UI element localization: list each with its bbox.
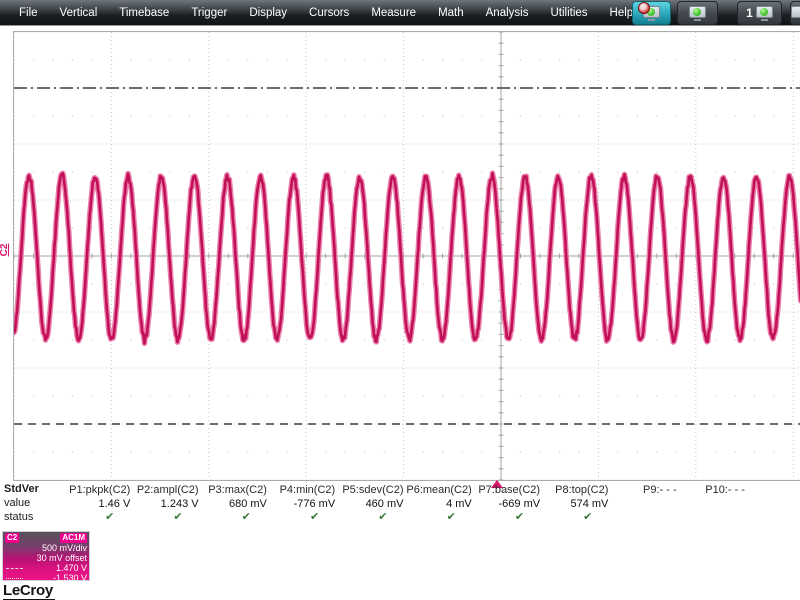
measure-status-check-icon: ✔ <box>105 511 115 523</box>
measure-table: P1:pkpk(C2) 1.46 V ✔ P2:ampl(C2) 1.243 V ✔ P3:… <box>64 483 800 525</box>
dotted-line-icon <box>6 578 23 579</box>
measure-column[interactable]: P4:min(C2) -776 mV ✔ <box>269 483 337 525</box>
menu-item-timebase[interactable]: Timebase <box>108 0 180 26</box>
display-button[interactable] <box>677 1 718 25</box>
measure-status-check-icon: ✔ <box>378 511 388 523</box>
measure-label: P2:ampl(C2) <box>136 484 199 496</box>
measure-status-check-icon: ✔ <box>309 511 320 523</box>
measure-column[interactable]: P <box>747 483 800 525</box>
measure-value: 574 mV <box>570 498 609 510</box>
measure-column[interactable]: P1:pkpk(C2) 1.46 V ✔ <box>64 483 132 525</box>
lecroy-logo: LeCroy <box>3 582 55 600</box>
waveform-grid <box>13 31 800 481</box>
measure-value: 680 mV <box>228 498 267 510</box>
menu-item-utilities[interactable]: Utilities <box>539 0 598 26</box>
measure-label: P9:- - - <box>643 484 677 496</box>
measure-value: 4 mV <box>446 498 472 510</box>
measure-column[interactable]: P7:base(C2) -669 mV ✔ <box>474 483 542 525</box>
measure-status-check-icon: ✔ <box>241 511 251 523</box>
menu-item-cursors[interactable]: Cursors <box>298 0 360 26</box>
channel-c2-axis-label[interactable]: C2 <box>0 239 13 261</box>
measure-status-check-icon: ✔ <box>446 511 456 523</box>
measure-value: 460 mV <box>365 498 404 510</box>
measure-label: P6:mean(C2) <box>406 484 472 496</box>
clock-icon <box>638 1 650 14</box>
measure-header-caption: StdVer <box>4 483 39 495</box>
display-1-button[interactable]: 1 <box>737 1 782 25</box>
measure-value: 1.243 V <box>160 498 199 510</box>
measure-status-check-icon: ✔ <box>583 511 593 523</box>
menu-item-trigger[interactable]: Trigger <box>180 0 238 26</box>
measure-column[interactable]: P6:mean(C2) 4 mV ✔ <box>405 483 473 525</box>
menu-item-measure[interactable]: Measure <box>360 0 427 26</box>
measure-column[interactable]: P2:ampl(C2) 1.243 V ✔ <box>132 483 200 525</box>
measure-value <box>610 497 678 511</box>
measure-value: -776 mV <box>293 498 336 510</box>
measure-status-check-icon: ✔ <box>173 511 183 523</box>
measure-column[interactable]: P8:top(C2) 574 mV ✔ <box>542 483 610 525</box>
menu-item-vertical[interactable]: Vertical <box>49 0 109 26</box>
menu-item-display[interactable]: Display <box>238 0 298 26</box>
measure-label: P10:- - - <box>705 484 745 496</box>
monitor-icon <box>689 5 706 21</box>
menu-item-math[interactable]: Math <box>427 0 475 26</box>
measure-label: P3:max(C2) <box>208 484 267 496</box>
waveform-trace <box>14 32 800 480</box>
monitor-icon <box>791 5 800 21</box>
measure-status-check-icon <box>679 511 747 525</box>
channel-upper-level: 1.470 V <box>5 563 87 573</box>
measure-label: P4:min(C2) <box>279 484 336 496</box>
measure-status-check-icon: ✔ <box>514 511 525 523</box>
channel-offset: 30 mV offset <box>36 553 87 563</box>
partial-button[interactable] <box>790 1 800 25</box>
menu-item-analysis[interactable]: Analysis <box>475 0 540 26</box>
measure-label: P1:pkpk(C2) <box>69 484 131 496</box>
display-1-label: 1 <box>746 6 753 20</box>
oscilloscope-screen: File Vertical Timebase Trigger Display Cursor… <box>0 0 800 600</box>
measure-column[interactable]: P10:- - - <box>679 483 747 525</box>
dash-dot-line-icon <box>6 568 23 569</box>
coupling-badge: AC1M <box>60 533 87 543</box>
measure-status-caption: status <box>4 511 34 523</box>
channel-scale: 500 mV/div <box>41 543 87 553</box>
monitor-icon <box>755 5 773 21</box>
measure-column[interactable]: P5:sdev(C2) 460 mV ✔ <box>337 483 405 525</box>
measure-value <box>679 497 747 511</box>
measure-label: P5:sdev(C2) <box>342 484 404 496</box>
measure-status-check-icon <box>747 511 800 525</box>
menu-item-file[interactable]: File <box>8 0 49 26</box>
measure-value: -669 mV <box>498 498 541 510</box>
measure-column[interactable]: P9:- - - <box>610 483 678 525</box>
measure-value: 1.46 V <box>98 498 131 510</box>
measure-label: P7:base(C2) <box>478 484 541 496</box>
measure-column[interactable]: P3:max(C2) 680 mV ✔ <box>201 483 269 525</box>
measure-value <box>747 497 800 511</box>
clock-display-button[interactable] <box>632 1 671 25</box>
channel-c2-descriptor[interactable]: C2 AC1M 500 mV/div 30 mV offset 1.470 V … <box>2 531 90 583</box>
measure-label: P <box>747 483 800 497</box>
measure-label: P8:top(C2) <box>555 484 609 496</box>
monitor-clock-icon <box>638 1 660 21</box>
channel-c2-badge: C2 <box>5 533 20 543</box>
measure-status-check-icon <box>610 511 678 525</box>
measure-value-caption: value <box>4 497 31 509</box>
